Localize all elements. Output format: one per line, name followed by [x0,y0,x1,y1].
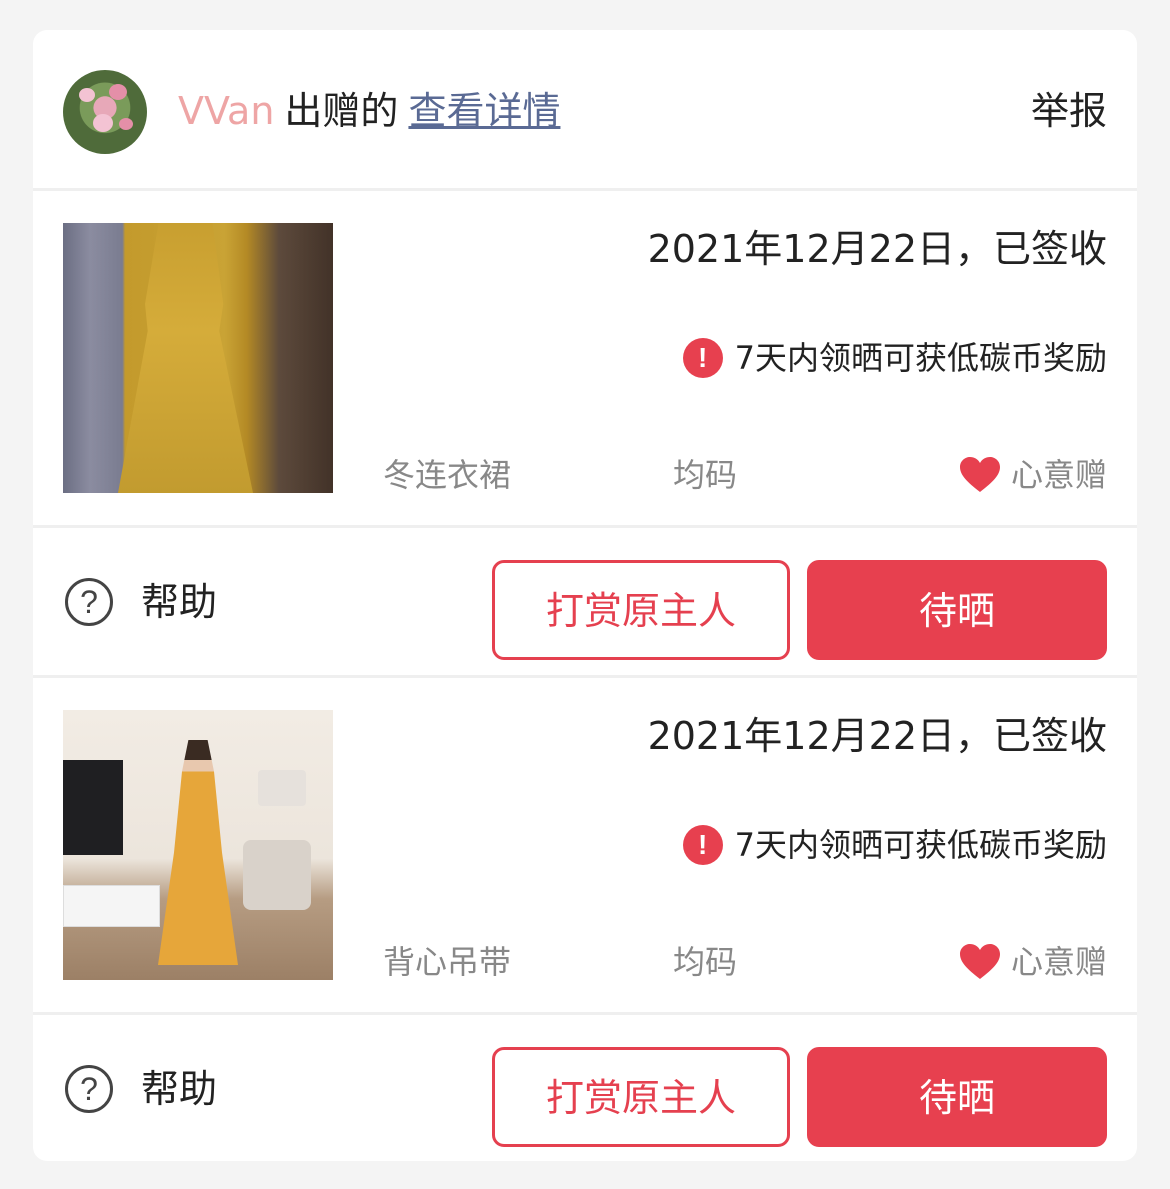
item-size: 均码 [673,943,738,981]
reward-text: 7天内领晒可获低碳币奖励 [734,339,1107,377]
chair-figure [243,840,311,910]
gift-tag: 心意赠 [959,940,1107,984]
sign-status: 2021年12月22日，已签收 [647,227,1107,271]
gift-tag-label: 心意赠 [1010,943,1107,981]
header-text: VVan 出赠的 查看详情 [178,85,560,137]
help-button[interactable]: ? 帮助 [65,576,217,628]
reward-notice: ! 7天内领晒可获低碳币奖励 [682,336,1107,380]
avatar[interactable] [63,70,147,154]
gift-item: 2021年12月22日，已签收 ! 7天内领晒可获低碳币奖励 背心吊带 均码 心… [33,678,1137,1012]
item-photo[interactable] [63,223,333,493]
item-photo[interactable] [63,710,333,980]
lamp-figure [258,770,306,806]
sign-status: 2021年12月22日，已签收 [647,714,1107,758]
question-icon: ? [65,578,113,626]
pending-share-button[interactable]: 待晒 [807,1047,1107,1147]
avatar-flower [93,114,113,132]
tip-owner-button[interactable]: 打赏原主人 [492,1047,790,1147]
item-actions: ? 帮助 打赏原主人 待晒 [33,528,1137,678]
exclamation-icon: ! [682,825,723,865]
dress-figure [118,223,253,493]
gift-tag: 心意赠 [959,453,1107,497]
item-category: 冬连衣裙 [383,456,512,494]
item-category: 背心吊带 [383,943,512,981]
avatar-flower [109,84,127,100]
cabinet-figure [63,885,160,927]
username[interactable]: VVan [178,89,274,133]
heart-icon [959,457,1000,492]
reward-text: 7天内领晒可获低碳币奖励 [734,826,1107,864]
gift-order-card: VVan 出赠的 查看详情 举报 2021年12月22日，已签收 ! 7天内领晒可获… [33,30,1137,1161]
pending-share-button[interactable]: 待晒 [807,560,1107,660]
reward-notice: ! 7天内领晒可获低碳币奖励 [682,823,1107,867]
help-label: 帮助 [141,1067,218,1111]
item-actions: ? 帮助 打赏原主人 待晒 [33,1015,1137,1161]
view-details-link[interactable]: 查看详情 [408,89,560,133]
help-label: 帮助 [141,580,218,624]
tv-figure [63,760,123,855]
model-figure [158,740,238,965]
heart-icon [959,944,1000,979]
gift-text: 出赠的 [284,89,399,133]
exclamation-icon: ! [682,338,723,378]
gift-item: 2021年12月22日，已签收 ! 7天内领晒可获低碳币奖励 冬连衣裙 均码 心… [33,191,1137,525]
help-button[interactable]: ? 帮助 [65,1063,217,1115]
item-size: 均码 [673,456,738,494]
question-icon: ? [65,1065,113,1113]
avatar-flower [119,118,133,130]
tip-owner-button[interactable]: 打赏原主人 [492,560,790,660]
report-button[interactable]: 举报 [1031,85,1107,137]
card-header: VVan 出赠的 查看详情 举报 [33,30,1137,188]
gift-tag-label: 心意赠 [1010,456,1107,494]
avatar-flower [79,88,95,102]
